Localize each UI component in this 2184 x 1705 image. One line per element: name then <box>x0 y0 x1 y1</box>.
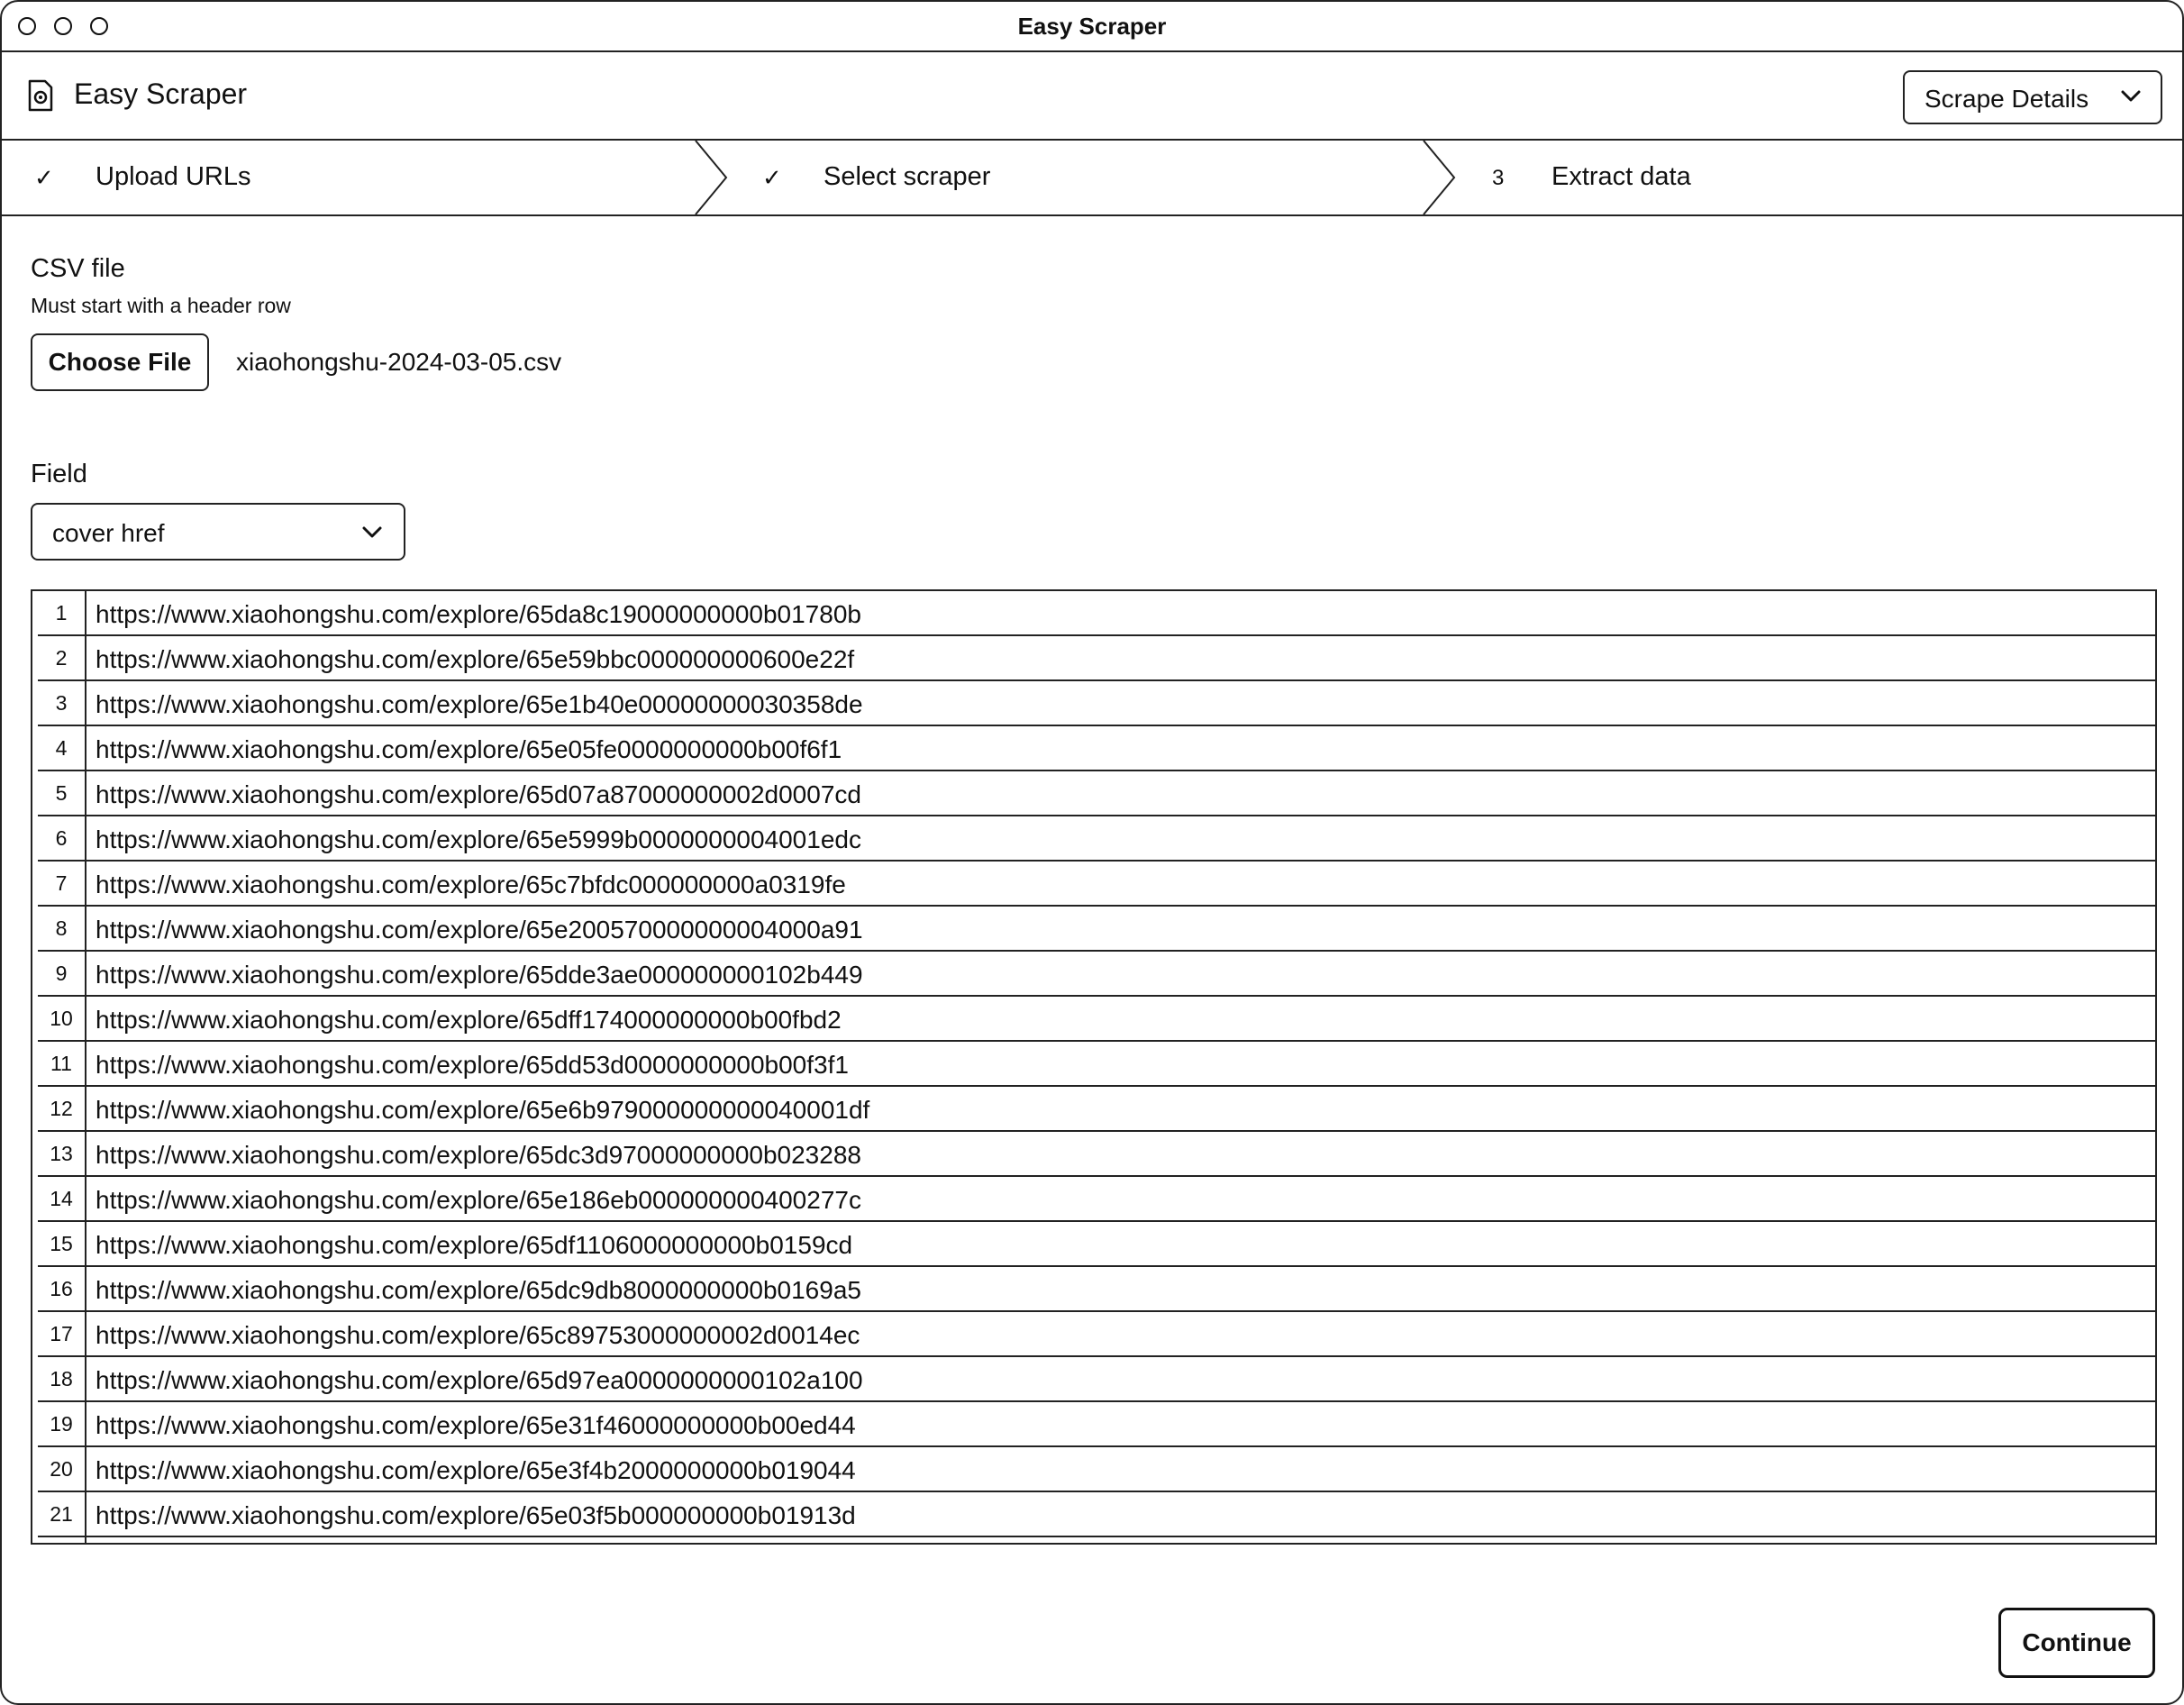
document-gear-icon <box>27 79 54 112</box>
step-select-scraper[interactable]: ✓ Select scraper <box>730 141 1424 214</box>
field-select-value: cover href <box>52 519 165 547</box>
row-number: 1 <box>38 591 86 634</box>
row-url: https://www.xiaohongshu.com/explore/65c7… <box>96 871 846 898</box>
row-url: https://www.xiaohongshu.com/explore/65df… <box>96 1006 842 1034</box>
table-row[interactable]: 16 https://www.xiaohongshu.com/explore/65… <box>38 1267 2155 1312</box>
table-row[interactable]: 18 https://www.xiaohongshu.com/explore/65… <box>38 1357 2155 1402</box>
row-number: 16 <box>38 1267 86 1310</box>
row-number: 4 <box>38 726 86 770</box>
row-number: 14 <box>38 1177 86 1220</box>
table-row[interactable]: 11 https://www.xiaohongshu.com/explore/65… <box>38 1042 2155 1087</box>
table-row-partial <box>38 1537 2155 1543</box>
row-number: 15 <box>38 1222 86 1265</box>
table-row[interactable]: 17 https://www.xiaohongshu.com/explore/65… <box>38 1312 2155 1357</box>
step-upload-urls[interactable]: ✓ Upload URLs <box>2 141 696 214</box>
row-url: https://www.xiaohongshu.com/explore/65d0… <box>96 780 861 808</box>
row-url: https://www.xiaohongshu.com/explore/65e3… <box>96 1411 856 1439</box>
row-number: 20 <box>38 1447 86 1491</box>
row-number: 3 <box>38 681 86 725</box>
url-table[interactable]: 1 https://www.xiaohongshu.com/explore/65d… <box>31 589 2157 1545</box>
table-row[interactable]: 9 https://www.xiaohongshu.com/explore/65d… <box>38 952 2155 997</box>
step-label: Select scraper <box>824 162 991 191</box>
row-number: 18 <box>38 1357 86 1400</box>
chevron-down-icon <box>2121 90 2141 102</box>
table-row[interactable]: 19 https://www.xiaohongshu.com/explore/65… <box>38 1402 2155 1447</box>
checkmark-icon: ✓ <box>34 164 54 191</box>
csv-file-label: CSV file <box>31 254 125 283</box>
chevron-down-icon <box>362 526 382 538</box>
row-number: 6 <box>38 816 86 860</box>
row-number: 5 <box>38 771 86 815</box>
table-row[interactable]: 6 https://www.xiaohongshu.com/explore/65e… <box>38 816 2155 862</box>
progress-stepper: ✓ Upload URLs ✓ Select scraper 3 Extract… <box>2 141 2182 216</box>
row-url: https://www.xiaohongshu.com/explore/65e6… <box>96 1096 870 1124</box>
row-url: https://www.xiaohongshu.com/explore/65e5… <box>96 645 855 673</box>
row-url: https://www.xiaohongshu.com/explore/65dc… <box>96 1276 861 1304</box>
table-row[interactable]: 21 https://www.xiaohongshu.com/explore/65… <box>38 1492 2155 1537</box>
step-number: 3 <box>1492 166 1505 190</box>
table-row[interactable]: 2 https://www.xiaohongshu.com/explore/65e… <box>38 636 2155 681</box>
row-number-cell <box>38 1537 86 1543</box>
scrape-details-label: Scrape Details <box>1925 85 2089 113</box>
step-label: Upload URLs <box>96 162 251 191</box>
table-row[interactable]: 8 https://www.xiaohongshu.com/explore/65e… <box>38 907 2155 952</box>
row-number: 21 <box>38 1492 86 1536</box>
row-url: https://www.xiaohongshu.com/explore/65e1… <box>96 1186 861 1214</box>
row-number: 12 <box>38 1087 86 1130</box>
row-number: 11 <box>38 1042 86 1085</box>
row-url: https://www.xiaohongshu.com/explore/65dd… <box>96 961 863 989</box>
row-number: 8 <box>38 907 86 950</box>
row-url: https://www.xiaohongshu.com/explore/65dd… <box>96 1051 849 1079</box>
row-url: https://www.xiaohongshu.com/explore/65e5… <box>96 825 861 853</box>
window-title: Easy Scraper <box>1017 13 1167 40</box>
table-row[interactable]: 15 https://www.xiaohongshu.com/explore/65… <box>38 1222 2155 1267</box>
row-url: https://www.xiaohongshu.com/explore/65e1… <box>96 690 863 718</box>
checkmark-icon: ✓ <box>762 164 782 191</box>
scrape-details-dropdown[interactable]: Scrape Details <box>1903 70 2162 124</box>
app-name: Easy Scraper <box>74 78 248 110</box>
row-url: https://www.xiaohongshu.com/explore/65da… <box>96 600 861 628</box>
selected-file-name: xiaohongshu-2024-03-05.csv <box>236 348 562 376</box>
row-url: https://www.xiaohongshu.com/explore/65e2… <box>96 916 863 944</box>
row-url: https://www.xiaohongshu.com/explore/65dc… <box>96 1141 861 1169</box>
field-select[interactable]: cover href <box>31 503 405 561</box>
row-number: 19 <box>38 1402 86 1445</box>
table-row[interactable]: 10 https://www.xiaohongshu.com/explore/65… <box>38 997 2155 1042</box>
table-row[interactable]: 4 https://www.xiaohongshu.com/explore/65e… <box>38 726 2155 771</box>
row-number: 13 <box>38 1132 86 1175</box>
table-row[interactable]: 7 https://www.xiaohongshu.com/explore/65c… <box>38 862 2155 907</box>
row-number: 17 <box>38 1312 86 1355</box>
row-url: https://www.xiaohongshu.com/explore/65e3… <box>96 1456 856 1484</box>
step-label: Extract data <box>1552 162 1691 191</box>
step-extract-data[interactable]: 3 Extract data <box>1458 141 2179 214</box>
app-header: Easy Scraper Scrape Details <box>2 52 2182 141</box>
table-row[interactable]: 14 https://www.xiaohongshu.com/explore/65… <box>38 1177 2155 1222</box>
field-label: Field <box>31 460 87 488</box>
table-row[interactable]: 20 https://www.xiaohongshu.com/explore/65… <box>38 1447 2155 1492</box>
table-row[interactable]: 5 https://www.xiaohongshu.com/explore/65d… <box>38 771 2155 816</box>
row-url: https://www.xiaohongshu.com/explore/65c8… <box>96 1321 860 1349</box>
app-window: Easy Scraper Easy Scraper Scrape Details… <box>0 0 2184 1705</box>
row-number: 9 <box>38 952 86 995</box>
row-url: https://www.xiaohongshu.com/explore/65e0… <box>96 1501 856 1529</box>
choose-file-button[interactable]: Choose File <box>31 333 209 391</box>
table-row[interactable]: 12 https://www.xiaohongshu.com/explore/65… <box>38 1087 2155 1132</box>
step-divider <box>695 141 728 214</box>
table-row[interactable]: 1 https://www.xiaohongshu.com/explore/65d… <box>38 591 2155 636</box>
row-number: 7 <box>38 862 86 905</box>
row-url: https://www.xiaohongshu.com/explore/65e0… <box>96 735 842 763</box>
table-row[interactable]: 13 https://www.xiaohongshu.com/explore/65… <box>38 1132 2155 1177</box>
row-number: 2 <box>38 636 86 679</box>
row-url: https://www.xiaohongshu.com/explore/65df… <box>96 1231 853 1259</box>
row-number: 10 <box>38 997 86 1040</box>
step-divider <box>1423 141 1456 214</box>
csv-file-hint: Must start with a header row <box>31 294 291 317</box>
title-bar: Easy Scraper <box>2 2 2182 52</box>
row-url: https://www.xiaohongshu.com/explore/65d9… <box>96 1366 863 1394</box>
table-row[interactable]: 3 https://www.xiaohongshu.com/explore/65e… <box>38 681 2155 726</box>
continue-button[interactable]: Continue <box>1998 1608 2155 1678</box>
